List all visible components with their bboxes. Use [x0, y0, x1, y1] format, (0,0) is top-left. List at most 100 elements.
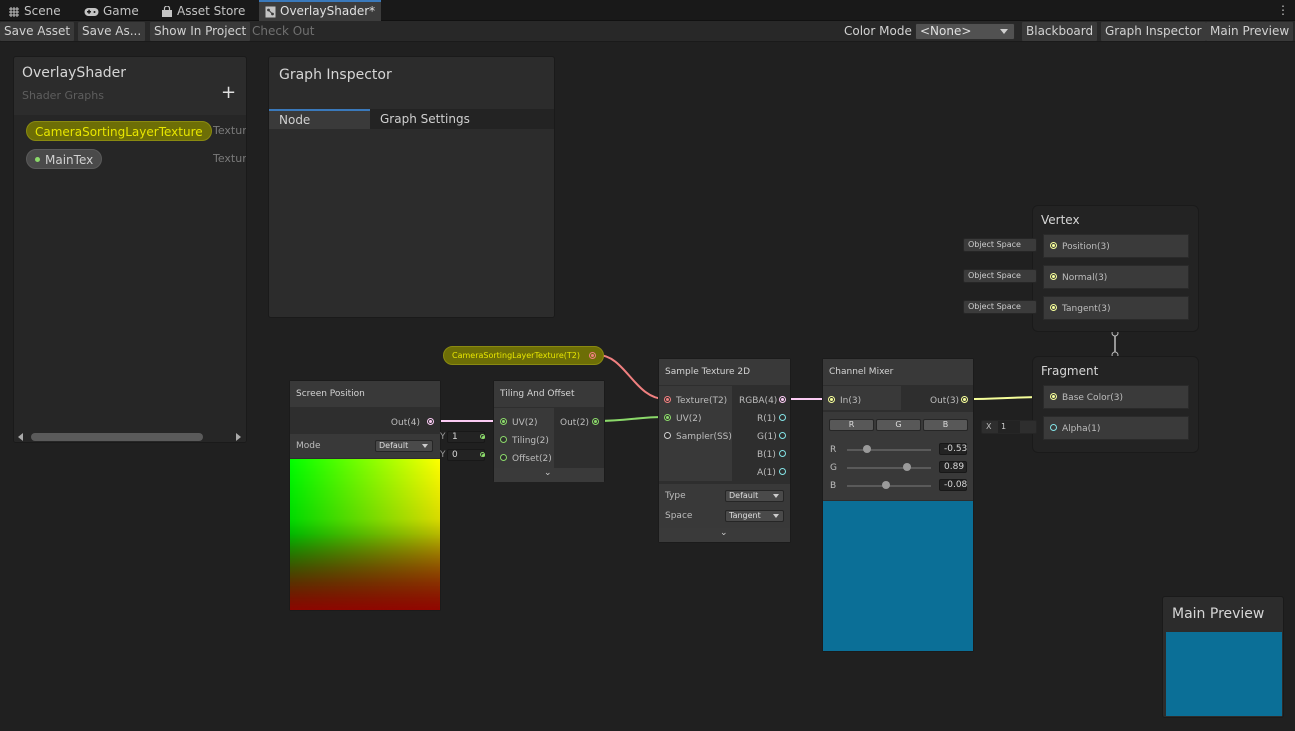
position-space-chip[interactable]: Object Space [963, 238, 1037, 252]
block-normal[interactable]: Normal(3) [1043, 265, 1189, 289]
slider-thumb[interactable] [862, 445, 871, 453]
scrollbar-thumb[interactable] [31, 433, 203, 441]
tiling-input-port[interactable] [500, 436, 507, 443]
node-tiling-and-offset[interactable]: Tiling And Offset UV(2) Tiling(2) Offset… [493, 380, 605, 482]
uv-input-port[interactable] [664, 414, 671, 421]
alpha-input-port[interactable] [1050, 424, 1057, 431]
b-port-label: B(1) [757, 450, 776, 460]
property-camera-sorting-layer-texture[interactable]: CameraSortingLayerTexture [26, 121, 212, 141]
g-output-port[interactable] [779, 432, 786, 439]
main-preview-render[interactable] [1166, 632, 1282, 716]
type-label: Type [665, 491, 686, 501]
offset-link-dot [480, 452, 485, 457]
out-port[interactable] [427, 418, 434, 425]
normal-space-chip[interactable]: Object Space [963, 269, 1037, 283]
in-input-port[interactable] [828, 396, 835, 403]
slider-thumb[interactable] [903, 463, 912, 471]
property-name: CameraSortingLayerTexture [35, 125, 203, 139]
node-sample-texture-2d[interactable]: Sample Texture 2D Texture(T2) UV(2) Samp… [658, 358, 791, 543]
collapse-bar[interactable]: ⌄ [494, 468, 604, 482]
node-title: Sample Texture 2D [659, 359, 790, 385]
fragment-title: Fragment [1041, 364, 1099, 378]
tab-graph-settings[interactable]: Graph Settings [370, 109, 480, 129]
main-preview-panel[interactable]: Main Preview [1162, 596, 1284, 718]
mode-dropdown[interactable]: Default [375, 440, 433, 452]
slider-row-b: B -0.08 [823, 478, 973, 494]
tiling-link-dot [480, 434, 485, 439]
property-type: Textur [213, 124, 247, 137]
block-tangent[interactable]: Tangent(3) [1043, 296, 1189, 320]
edge-uv [596, 416, 666, 422]
node-channel-mixer[interactable]: Channel Mixer In(3) Out(3) R G B R -0.53… [822, 358, 974, 652]
property-maintex[interactable]: MainTex [26, 149, 103, 169]
base-color-input-port[interactable] [1050, 393, 1057, 400]
add-property-button[interactable]: + [221, 83, 236, 103]
block-label: Normal(3) [1062, 273, 1108, 283]
space-dropdown[interactable]: Tangent [725, 510, 784, 522]
slider-thumb[interactable] [881, 481, 890, 489]
b-output-port[interactable] [779, 450, 786, 457]
block-label: Tangent(3) [1062, 304, 1111, 314]
slider-value-field[interactable]: 0.89 [939, 461, 967, 473]
scroll-right-icon[interactable] [236, 433, 241, 441]
graph-inspector-panel: Graph Inspector Node Settings Graph Sett… [268, 56, 555, 318]
block-position[interactable]: Position(3) [1043, 234, 1189, 258]
sampler-input-port[interactable] [664, 432, 671, 439]
slider-value: -0.08 [944, 480, 968, 490]
texture-input-port[interactable] [664, 396, 671, 403]
slider-value-field[interactable]: -0.53 [939, 443, 967, 455]
texture-output-port[interactable] [589, 352, 596, 359]
alpha-value: 1 [998, 421, 1020, 433]
block-base-color[interactable]: Base Color(3) [1043, 385, 1189, 409]
vertex-title: Vertex [1041, 213, 1080, 227]
a-output-port[interactable] [779, 468, 786, 475]
channel-r-button[interactable]: R [829, 419, 874, 431]
property-node-camera-sorting-layer-texture[interactable]: CameraSortingLayerTexture(T2) [443, 346, 604, 365]
mode-value: Default [379, 441, 409, 450]
inspector-tabs: Node Settings Graph Settings [269, 109, 554, 145]
preview-gradient-red [290, 459, 440, 610]
space-label: Space [665, 511, 693, 521]
channel-b-button[interactable]: B [923, 419, 968, 431]
r-output-port[interactable] [779, 414, 786, 421]
mode-row: Mode Default [290, 434, 440, 458]
scroll-left-icon[interactable] [18, 433, 23, 441]
out-port-label: Out(2) [560, 418, 590, 428]
rgba-output-port[interactable] [779, 396, 786, 403]
collapse-bar[interactable]: ⌄ [659, 528, 790, 542]
out-port[interactable] [961, 396, 968, 403]
slider-track[interactable] [847, 467, 931, 469]
position-input-port[interactable] [1050, 242, 1057, 249]
main-preview-title: Main Preview [1172, 606, 1265, 622]
offset-port-label: Offset(2) [512, 454, 552, 464]
out-port-label: Out(4) [390, 418, 420, 428]
tab-node-settings[interactable]: Node Settings [269, 109, 370, 145]
slider-value-field[interactable]: -0.08 [939, 479, 967, 491]
node-preview [823, 501, 973, 651]
tangent-space-chip[interactable]: Object Space [963, 300, 1037, 314]
uv-port-label: UV(2) [512, 418, 538, 428]
type-dropdown[interactable]: Default [725, 490, 784, 502]
settings-area: Type Default Space Tangent [659, 484, 790, 528]
slider-track[interactable] [847, 449, 931, 451]
space-value: Object Space [968, 302, 1021, 311]
in-port-label: In(3) [840, 396, 862, 406]
property-name: MainTex [45, 153, 94, 167]
tangent-input-port[interactable] [1050, 304, 1057, 311]
texture-port-label: Texture(T2) [676, 396, 728, 406]
channel-g-button[interactable]: G [876, 419, 921, 431]
block-alpha[interactable]: Alpha(1) [1043, 416, 1189, 440]
out-port-label: Out(3) [930, 396, 960, 406]
uv-input-port[interactable] [500, 418, 507, 425]
node-screen-position[interactable]: Screen Position Out(4) Mode Default [289, 380, 441, 611]
type-value: Default [729, 491, 759, 500]
horizontal-scrollbar[interactable] [14, 430, 246, 442]
alpha-value-chip[interactable]: X 1 [981, 420, 1037, 434]
chevron-down-icon: ⌄ [544, 468, 552, 478]
normal-input-port[interactable] [1050, 273, 1057, 280]
out-port[interactable] [592, 418, 599, 425]
node-title: Channel Mixer [823, 359, 973, 385]
blackboard-title: OverlayShader [22, 65, 127, 81]
offset-input-port[interactable] [500, 454, 507, 461]
mixer-controls: R G B R -0.53 G 0.89 B -0.08 [823, 412, 973, 500]
